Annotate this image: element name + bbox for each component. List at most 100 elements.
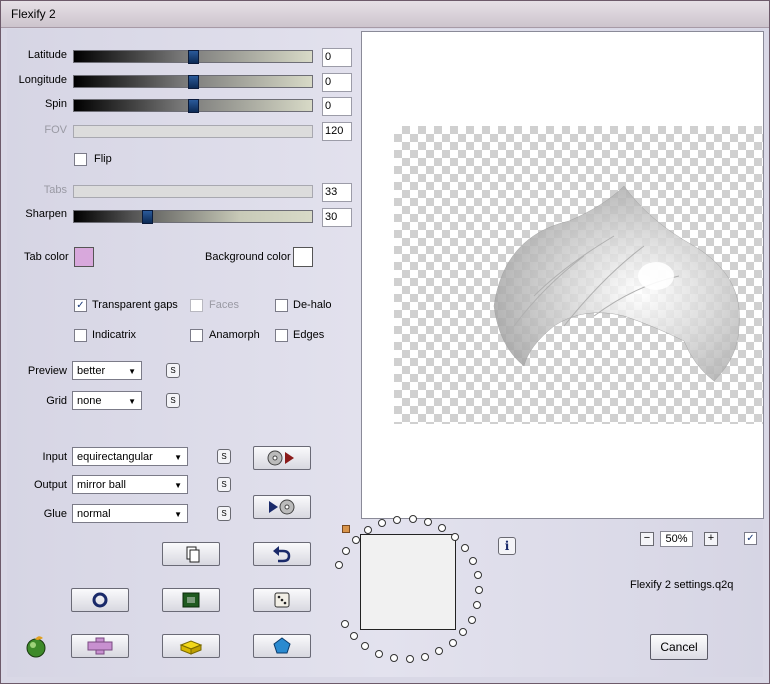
- latitude-slider[interactable]: [73, 50, 313, 64]
- flip-checkbox[interactable]: [74, 153, 87, 166]
- longitude-field[interactable]: 0: [322, 73, 352, 92]
- zoom-fit-checkbox[interactable]: ✓: [744, 532, 757, 545]
- ring-dot[interactable]: [474, 586, 483, 595]
- ring-dot[interactable]: [472, 601, 481, 610]
- preview-s-button[interactable]: S: [166, 363, 180, 378]
- ring-dot[interactable]: [438, 523, 447, 532]
- anamorph-checkbox[interactable]: [190, 329, 203, 342]
- sharpen-slider[interactable]: [73, 210, 313, 224]
- spin-label: Spin: [44, 98, 67, 110]
- zoom-in-button[interactable]: +: [704, 532, 718, 546]
- ring-button[interactable]: [71, 588, 129, 612]
- mini-preview[interactable]: [360, 534, 456, 630]
- glue-select[interactable]: normal ▼: [72, 504, 188, 523]
- ring-dot[interactable]: [335, 561, 344, 570]
- undo-button[interactable]: [253, 542, 311, 566]
- background-color-swatch[interactable]: [293, 247, 313, 267]
- ring-dot[interactable]: [448, 639, 457, 648]
- ring-dot[interactable]: [467, 615, 476, 624]
- output-select-value: mirror ball: [77, 479, 126, 491]
- grid-s-button[interactable]: S: [166, 393, 180, 408]
- ring-dot[interactable]: [342, 547, 351, 556]
- input-s-button[interactable]: S: [217, 449, 231, 464]
- ring-dot[interactable]: [423, 517, 432, 526]
- brick-button[interactable]: [162, 634, 220, 658]
- ring-dot[interactable]: [377, 519, 386, 528]
- save-output-button[interactable]: [253, 495, 311, 519]
- tab-color-swatch[interactable]: [74, 247, 94, 267]
- info-button[interactable]: i: [498, 537, 516, 555]
- ring-dot[interactable]: [375, 649, 384, 658]
- purple-plus-icon: [87, 637, 113, 655]
- load-input-button[interactable]: [253, 446, 311, 470]
- zoom-field[interactable]: 50%: [660, 531, 693, 547]
- main-preview[interactable]: [361, 31, 764, 519]
- ring-handle[interactable]: [342, 525, 350, 533]
- ring-dot[interactable]: [435, 647, 444, 656]
- ring-dot[interactable]: [351, 535, 360, 544]
- chevron-down-icon: ▼: [128, 367, 136, 376]
- preview-select[interactable]: better ▼: [72, 361, 142, 380]
- sharpen-field[interactable]: 30: [322, 208, 352, 227]
- flaming-pear-logo-icon[interactable]: [23, 634, 49, 658]
- glue-label: Glue: [43, 508, 67, 520]
- edges-checkbox[interactable]: [275, 329, 288, 342]
- tabs-field: 33: [322, 183, 352, 202]
- ring-dot[interactable]: [461, 543, 470, 552]
- output-select[interactable]: mirror ball ▼: [72, 475, 188, 494]
- longitude-label: Longitude: [18, 74, 67, 86]
- grid-select[interactable]: none ▼: [72, 391, 142, 410]
- cancel-button[interactable]: Cancel: [650, 634, 708, 660]
- ring-dot[interactable]: [468, 556, 477, 565]
- frame-button[interactable]: [162, 588, 220, 612]
- chevron-down-icon: ▼: [174, 453, 182, 462]
- tab-color-label: Tab color: [24, 251, 69, 263]
- input-label: Input: [42, 451, 67, 463]
- ring-dot[interactable]: [473, 571, 482, 580]
- ring-dot[interactable]: [363, 526, 372, 535]
- preview-select-value: better: [77, 365, 106, 377]
- ring-dot[interactable]: [392, 515, 401, 524]
- latitude-slider-thumb[interactable]: [188, 50, 199, 64]
- input-select-value: equirectangular: [77, 451, 153, 463]
- random-button[interactable]: [253, 588, 311, 612]
- spin-field[interactable]: 0: [322, 97, 352, 116]
- input-select[interactable]: equirectangular ▼: [72, 447, 188, 466]
- ring-dot[interactable]: [459, 628, 468, 637]
- output-label: Output: [33, 479, 67, 491]
- ring-dot[interactable]: [361, 642, 370, 651]
- faces-label: Faces: [209, 299, 239, 311]
- spin-slider[interactable]: [73, 99, 313, 113]
- ring-dot[interactable]: [340, 620, 349, 628]
- flip-label: Flip: [94, 153, 112, 165]
- add-button[interactable]: [71, 634, 129, 658]
- polyhedron-button[interactable]: [253, 634, 311, 658]
- ring-dot[interactable]: [408, 515, 417, 524]
- grid-select-value: none: [77, 395, 102, 407]
- sharpen-slider-thumb[interactable]: [142, 210, 153, 224]
- latitude-field[interactable]: 0: [322, 48, 352, 67]
- output-s-button[interactable]: S: [217, 477, 231, 492]
- zoom-out-button[interactable]: −: [640, 532, 654, 546]
- chevron-down-icon: ▼: [174, 481, 182, 490]
- window-title: Flexify 2: [11, 7, 56, 21]
- glue-s-button[interactable]: S: [217, 506, 231, 521]
- ring-dot[interactable]: [349, 632, 358, 641]
- longitude-slider[interactable]: [73, 75, 313, 89]
- green-frame-icon: [182, 592, 200, 608]
- fov-label: FOV: [44, 124, 67, 136]
- blue-pentagon-icon: [273, 637, 291, 654]
- spin-slider-thumb[interactable]: [188, 99, 199, 113]
- ring-dot[interactable]: [450, 532, 459, 541]
- copy-button[interactable]: [162, 542, 220, 566]
- ring-dot[interactable]: [390, 653, 398, 662]
- longitude-slider-thumb[interactable]: [188, 75, 199, 89]
- de-halo-checkbox[interactable]: [275, 299, 288, 312]
- ring-dot[interactable]: [405, 654, 414, 663]
- indicatrix-checkbox[interactable]: [74, 329, 87, 342]
- grid-label: Grid: [46, 395, 67, 407]
- edges-label: Edges: [293, 329, 325, 341]
- ring-dot[interactable]: [420, 652, 429, 661]
- transparent-gaps-checkbox[interactable]: ✓: [74, 299, 87, 312]
- mirror-ball-image: [493, 185, 740, 382]
